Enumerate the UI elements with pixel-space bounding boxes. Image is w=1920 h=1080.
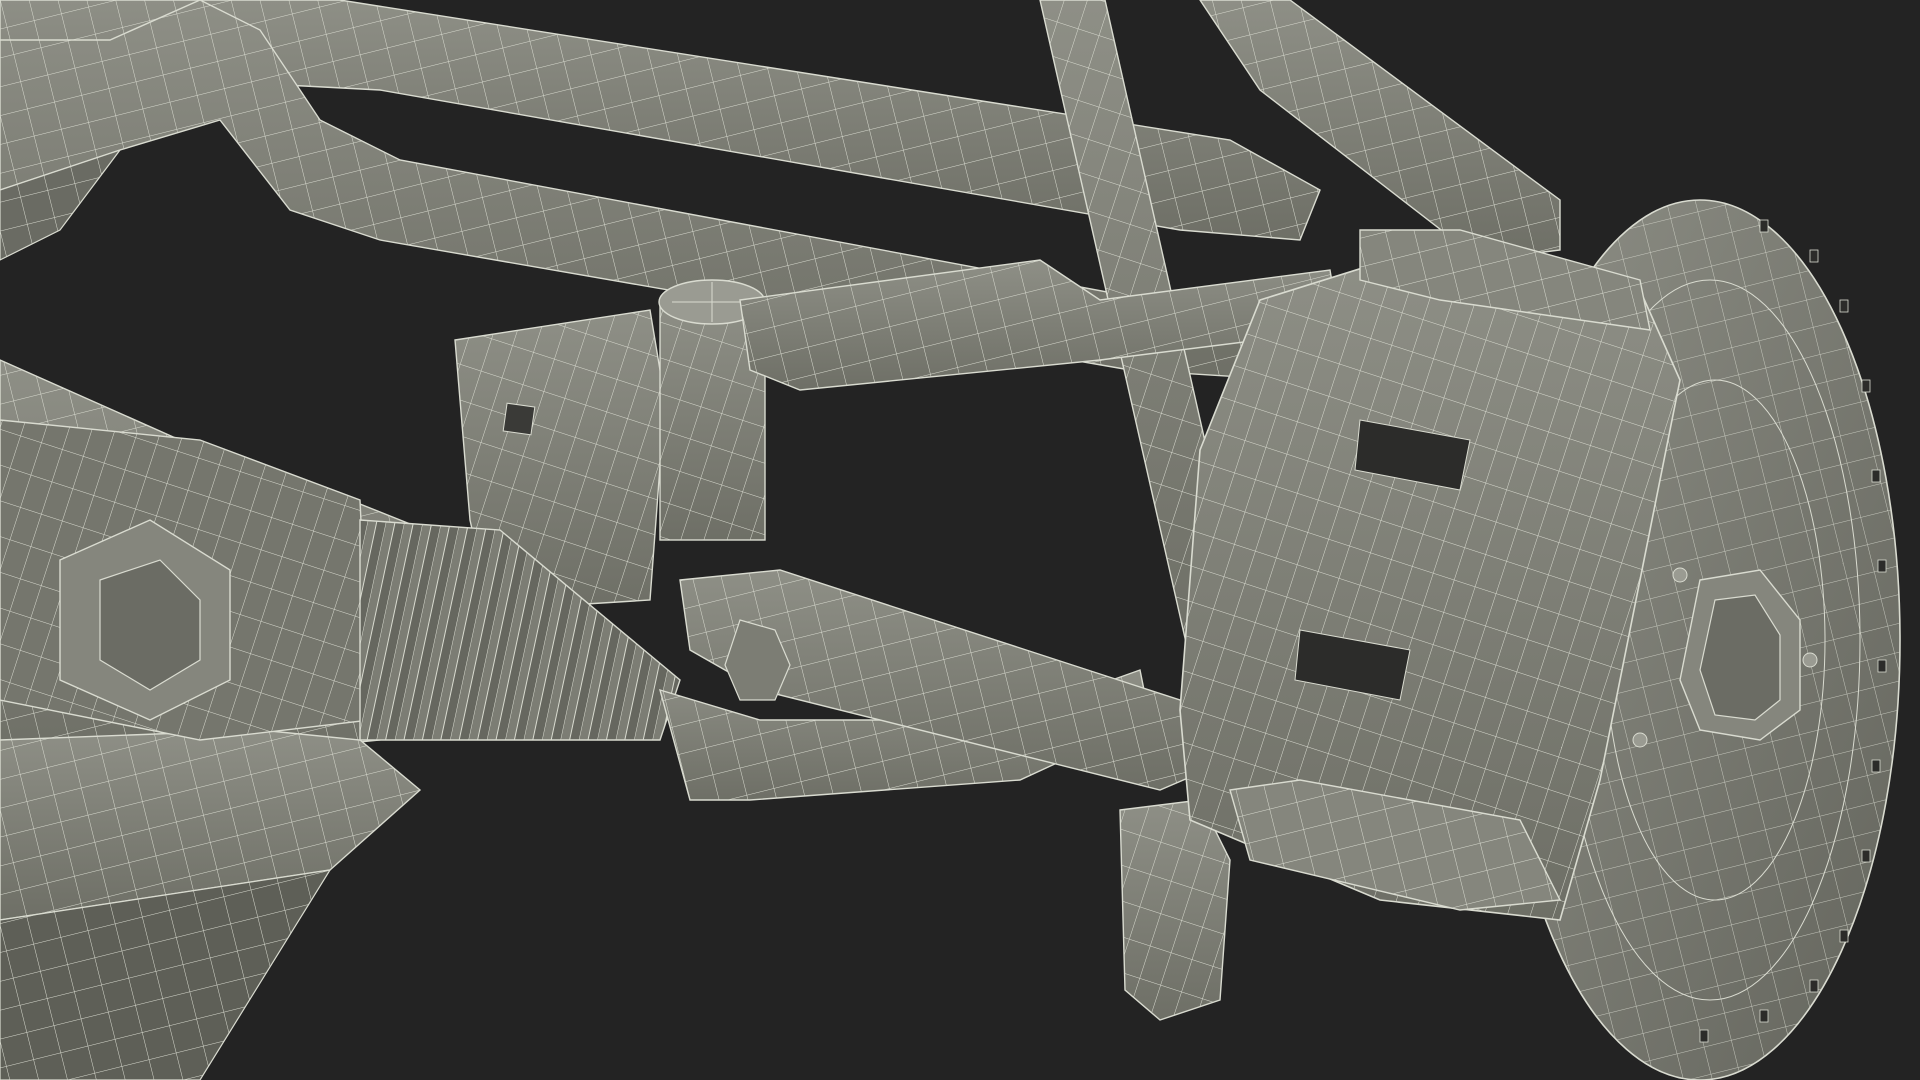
ball-joint bbox=[1119, 799, 1231, 1021]
wireframe-render-viewport bbox=[0, 0, 1920, 1080]
wireframe-render bbox=[0, 0, 1920, 1080]
